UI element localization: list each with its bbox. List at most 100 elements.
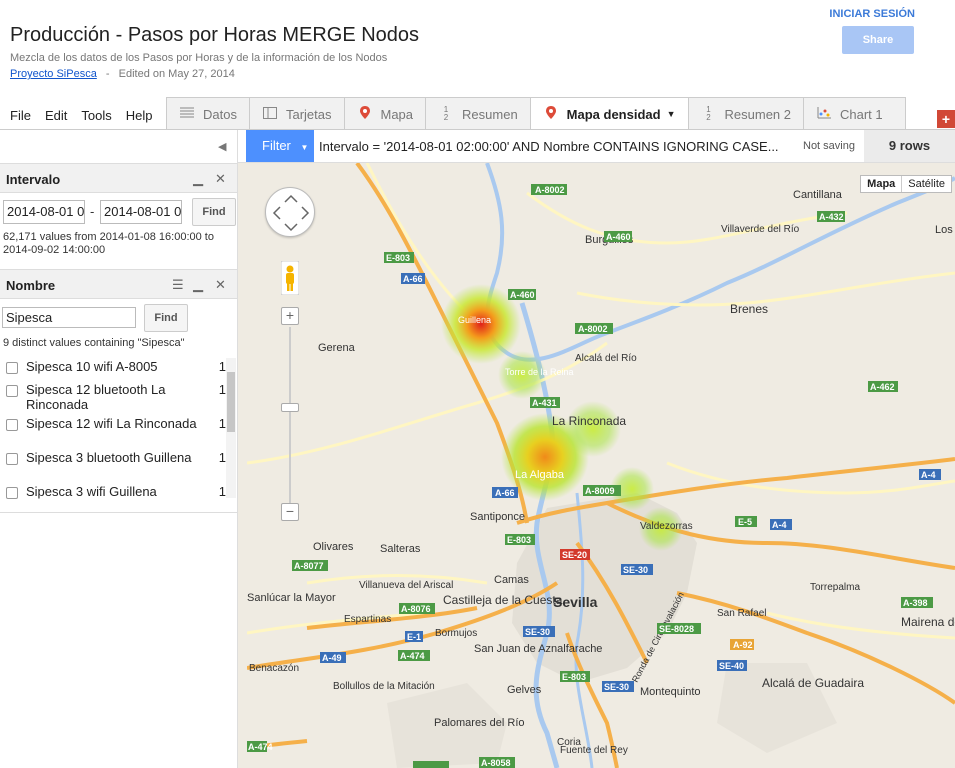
project-link[interactable]: Proyecto SiPesca (10, 68, 97, 80)
signin-link[interactable]: INICIAR SESIÓN (829, 8, 915, 20)
document-description: Mezcla de los datos de los Pasos por Hor… (10, 52, 388, 64)
place-label: Villaverde del Río (721, 224, 800, 235)
zoom-out-button[interactable]: − (281, 503, 299, 521)
place-label: Torre de la Reina (505, 367, 574, 377)
menu-help[interactable]: Help (126, 108, 153, 123)
list-item[interactable]: Sipesca 12 wifi La Rinconada 1 (6, 416, 226, 431)
edited-date: Edited on May 27, 2014 (118, 68, 235, 80)
zoom-in-button[interactable]: + (281, 307, 299, 325)
road-label: A-8009 (585, 486, 615, 496)
place-label: La Rinconada (552, 414, 626, 428)
nombre-search-input[interactable]: Sipesca (2, 307, 136, 328)
tab-label: Resumen (462, 106, 518, 122)
place-label: Valdezorras (640, 521, 693, 532)
list-item[interactable]: Sipesca 3 bluetooth Guillena 1 (6, 450, 226, 465)
place-label: La Algaba (515, 469, 565, 481)
road-label: SE-20 (562, 550, 587, 560)
tab-bar: Datos Tarjetas Mapa 12 Resumen Mapa dens… (166, 97, 906, 130)
checkbox[interactable] (6, 362, 18, 374)
road-label: A-474 (248, 742, 273, 752)
place-label: Fuente del Rey (560, 745, 628, 756)
menu-icon[interactable]: ☰ (172, 277, 184, 293)
place-label: Cantillana (793, 189, 843, 201)
checkbox[interactable] (6, 385, 18, 397)
place-label: Gerena (318, 342, 356, 354)
place-label: San Juan de Aznalfarache (474, 643, 602, 655)
road-label: A-8076 (401, 604, 431, 614)
road-label: A-8058 (481, 758, 511, 768)
intervalo-from-input[interactable]: 2014-08-01 02 (3, 200, 85, 224)
zoom-slider-thumb[interactable] (281, 403, 299, 412)
map-type-satellite[interactable]: Satélite (901, 176, 951, 192)
map-pin-icon (543, 106, 559, 122)
place-label: Bormujos (435, 628, 477, 639)
pan-arrows-icon (272, 194, 310, 232)
checkbox[interactable] (6, 487, 18, 499)
road-label: A-398 (903, 598, 928, 608)
filter-label: Filter (262, 138, 291, 153)
summary-icon: 12 (443, 105, 449, 122)
place-label: Torrepalma (810, 582, 860, 593)
tab-label: Chart 1 (840, 106, 883, 122)
place-label: Gelves (507, 684, 542, 696)
tab-label: Mapa (380, 106, 414, 122)
checkbox[interactable] (6, 419, 18, 431)
filter-button[interactable]: Filter ▼ (246, 130, 314, 162)
tab-resumen-2[interactable]: 12 Resumen 2 (687, 97, 804, 130)
minimize-icon[interactable]: ▁ (193, 277, 203, 293)
tab-mapa-densidad[interactable]: Mapa densidad ▼ (529, 97, 689, 130)
menu-file[interactable]: File (10, 108, 31, 123)
tab-resumen[interactable]: 12 Resumen (425, 97, 531, 130)
road-label: E-5 (738, 517, 752, 527)
scroll-thumb[interactable] (227, 372, 235, 432)
road-label: SE-30 (525, 627, 550, 637)
place-label: Villanueva del Ariscal (359, 580, 453, 591)
list-item[interactable]: Sipesca 12 bluetooth La Rinconada 1 (6, 382, 226, 412)
list-item[interactable]: Sipesca 10 wifi A-8005 1 (6, 359, 226, 374)
road-label: A-460 (606, 232, 631, 242)
close-icon[interactable]: ✕ (215, 171, 226, 187)
tab-datos[interactable]: Datos (166, 97, 250, 130)
nombre-find-button[interactable]: Find (144, 304, 188, 332)
list-item[interactable]: Sipesca 3 wifi Guillena 1 (6, 484, 226, 499)
menu-tools[interactable]: Tools (81, 108, 111, 123)
map-type-toggle: Mapa Satélite (860, 175, 952, 193)
zoom-control: + − (281, 307, 299, 527)
menu-edit[interactable]: Edit (45, 108, 67, 123)
place-label: Bollullos de la Mitación (333, 681, 435, 692)
checkbox[interactable] (6, 453, 18, 465)
map-canvas[interactable]: Sevilla La Rinconada La Algaba Guillena … (247, 163, 955, 768)
chevron-down-icon[interactable]: ▼ (667, 109, 676, 119)
road (365, 163, 469, 315)
heat-spot (565, 401, 621, 457)
pan-control[interactable] (265, 187, 315, 237)
minimize-icon[interactable]: ▁ (193, 171, 203, 187)
tab-label: Tarjetas (285, 106, 332, 122)
nombre-summary: 9 distinct values containing "Sipesca" (3, 337, 185, 349)
street-view-pegman-icon[interactable] (280, 260, 300, 296)
map-pin-icon (357, 106, 373, 122)
tab-mapa[interactable]: Mapa (343, 97, 427, 130)
add-tab-button[interactable]: + (937, 110, 955, 128)
tab-label: Mapa densidad (566, 106, 661, 122)
place-label: Santiponce (470, 511, 525, 523)
share-button[interactable]: Share (842, 26, 914, 54)
place-label: San Rafael (717, 608, 766, 619)
intervalo-find-button[interactable]: Find (192, 198, 236, 226)
map-type-map[interactable]: Mapa (861, 176, 901, 192)
road-label: A-432 (819, 212, 844, 222)
close-icon[interactable]: ✕ (215, 277, 226, 293)
heatmap-map[interactable]: Sevilla La Rinconada La Algaba Guillena … (247, 163, 955, 768)
road-label: A-431 (532, 398, 557, 408)
collapse-panel-icon[interactable]: ◀ (218, 140, 226, 153)
tab-tarjetas[interactable]: Tarjetas (248, 97, 345, 130)
place-label: Palomares del Río (434, 717, 525, 729)
filter-expression[interactable]: Intervalo = '2014-08-01 02:00:00' AND No… (319, 139, 779, 154)
zoom-slider-rail[interactable] (289, 327, 291, 503)
list-scrollbar[interactable] (226, 358, 236, 498)
tab-chart-1[interactable]: Chart 1 (803, 97, 906, 130)
road-label: A-462 (870, 382, 895, 392)
intervalo-to-input[interactable]: 2014-08-01 02 (100, 200, 182, 224)
road-label: E-803 (386, 253, 410, 263)
place-label: Alcalá del Río (575, 353, 637, 364)
